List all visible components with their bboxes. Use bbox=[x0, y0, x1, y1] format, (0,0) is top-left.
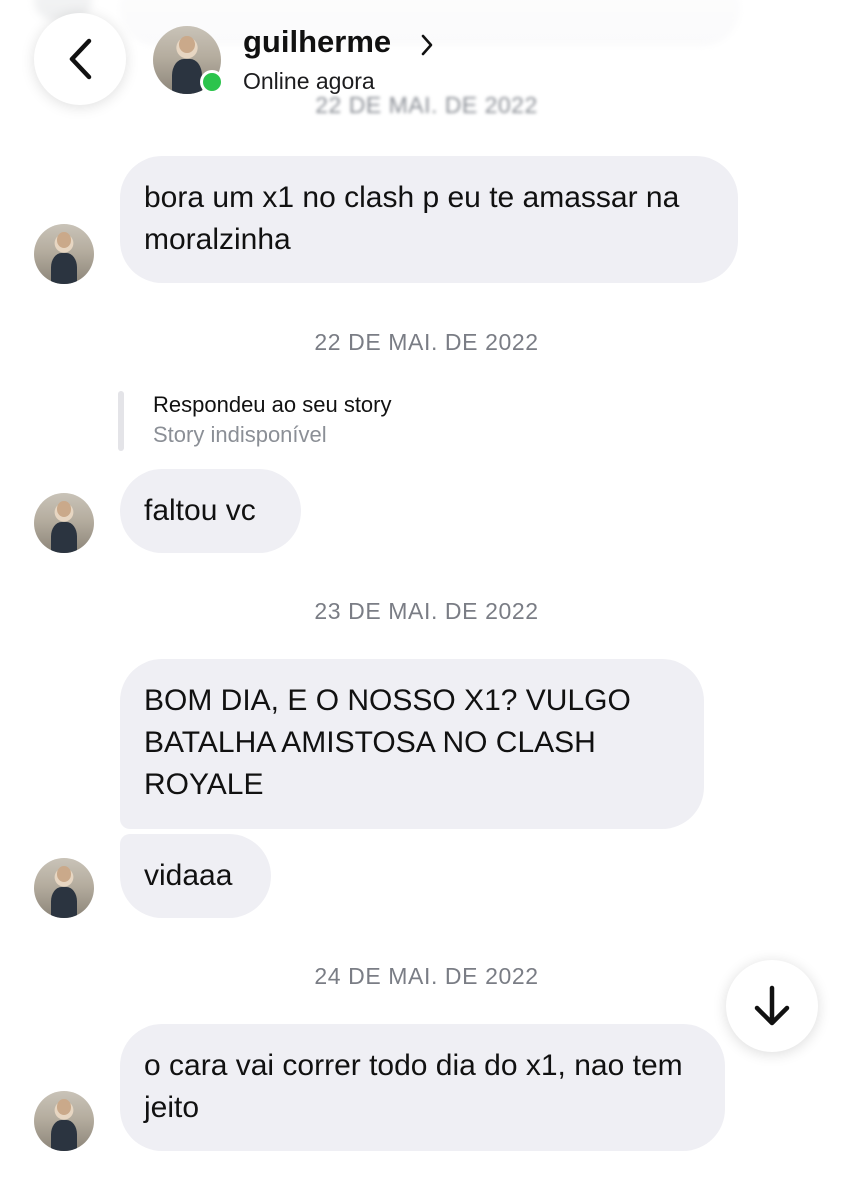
message-text: bora um x1 no clash p eu te amassar na m… bbox=[144, 181, 680, 256]
date-separator-blurred: 22 DE MAI. DE 2022 bbox=[315, 92, 538, 118]
avatar bbox=[34, 1091, 94, 1151]
contact-name[interactable]: guilherme bbox=[243, 24, 391, 60]
message-text: vidaaa bbox=[144, 859, 233, 892]
avatar bbox=[34, 858, 94, 918]
date-separator-partial bbox=[0, 1186, 853, 1200]
scroll-to-bottom-button[interactable] bbox=[726, 960, 818, 1052]
online-indicator bbox=[200, 70, 224, 94]
message-bubble[interactable]: vidaaa bbox=[120, 834, 271, 918]
chevron-right-icon[interactable] bbox=[420, 34, 434, 56]
sender-avatar[interactable] bbox=[34, 1091, 94, 1151]
message-bubble[interactable]: faltou vc bbox=[120, 469, 301, 553]
sender-avatar[interactable] bbox=[34, 224, 94, 284]
back-button[interactable] bbox=[34, 13, 126, 105]
message-text: BOM DIA, E O NOSSO X1? VULGO BATALHA AMI… bbox=[144, 684, 631, 801]
message-bubble[interactable]: bora um x1 no clash p eu te amassar na m… bbox=[120, 156, 738, 283]
message-bubble[interactable]: BOM DIA, E O NOSSO X1? VULGO BATALHA AMI… bbox=[120, 659, 704, 829]
chevron-left-icon bbox=[69, 38, 92, 80]
sender-avatar[interactable] bbox=[34, 493, 94, 553]
arrow-down-icon bbox=[754, 985, 790, 1026]
story-reply-title: Respondeu ao seu story bbox=[153, 392, 392, 417]
date-separator: 23 DE MAI. DE 2022 bbox=[314, 598, 539, 624]
message-text: o cara vai correr todo dia do x1, nao te… bbox=[144, 1049, 683, 1124]
chat-screen: 22 DE MAI. DE 2022 guilherme Online agor… bbox=[0, 0, 853, 1200]
message-text: faltou vc bbox=[144, 494, 256, 527]
date-separator: 22 DE MAI. DE 2022 bbox=[314, 329, 539, 355]
contact-avatar[interactable] bbox=[153, 26, 224, 94]
avatar bbox=[34, 224, 94, 284]
avatar bbox=[34, 493, 94, 553]
sender-avatar[interactable] bbox=[34, 858, 94, 918]
story-reply-subtitle: Story indisponível bbox=[153, 422, 327, 447]
reply-indicator-bar bbox=[118, 391, 124, 451]
online-status: Online agora bbox=[243, 68, 375, 94]
date-separator: 24 DE MAI. DE 2022 bbox=[314, 963, 539, 989]
message-bubble[interactable]: o cara vai correr todo dia do x1, nao te… bbox=[120, 1024, 725, 1151]
